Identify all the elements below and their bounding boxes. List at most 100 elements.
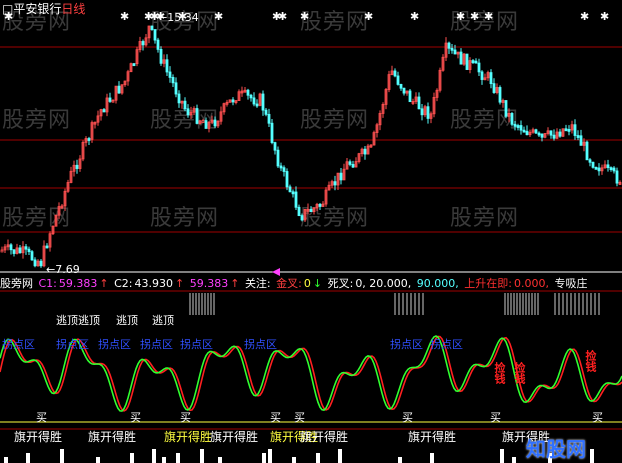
candle-body bbox=[285, 171, 289, 188]
candle-body bbox=[153, 29, 157, 41]
signal-bar bbox=[316, 453, 320, 463]
death-cross-label: 死叉: bbox=[327, 277, 354, 290]
candle-body bbox=[276, 149, 280, 167]
candle-body bbox=[519, 125, 523, 131]
candle-body bbox=[594, 166, 598, 170]
escape-top-label: 逃顶 bbox=[152, 314, 174, 327]
signal-star-icon: ✱ bbox=[300, 10, 309, 23]
candle-body bbox=[150, 25, 154, 30]
candle-body bbox=[540, 133, 544, 138]
candle-body bbox=[408, 90, 412, 103]
buy-label: 买 bbox=[592, 411, 603, 424]
candle-body bbox=[393, 70, 397, 77]
escape-top-label: 逃顶 bbox=[56, 314, 78, 327]
rise-start-value: 0.000, bbox=[514, 277, 550, 290]
c1-value: 59.383 bbox=[58, 277, 98, 290]
signal-bar bbox=[292, 457, 296, 463]
candle-body bbox=[141, 41, 145, 46]
candle-body bbox=[249, 94, 253, 99]
candle-body bbox=[186, 108, 190, 116]
candle-body bbox=[318, 203, 322, 207]
period-label: 日线 bbox=[61, 2, 86, 16]
flag-win-label: 旗开得胜 bbox=[408, 430, 457, 444]
candle-body bbox=[480, 71, 484, 80]
reversal-zone-label: 拐点区 bbox=[390, 338, 423, 351]
reversal-zone-label: 拐点区 bbox=[56, 338, 89, 351]
candle-body bbox=[351, 164, 355, 168]
candle-body bbox=[279, 165, 283, 169]
candle-body bbox=[288, 186, 292, 193]
signal-bar bbox=[162, 457, 166, 463]
candle-body bbox=[195, 108, 199, 124]
escape-top-label: 逃顶 bbox=[116, 314, 138, 327]
high-price-label: ←15.34 bbox=[158, 11, 199, 24]
candle-body bbox=[339, 172, 343, 181]
candle-body bbox=[204, 120, 208, 129]
focus-label: 关注: bbox=[244, 277, 271, 290]
candle-body bbox=[573, 124, 577, 136]
candle-body bbox=[273, 142, 277, 151]
candle-body bbox=[132, 63, 136, 67]
hold-stock-label: 捡钱 bbox=[493, 362, 506, 384]
candle-body bbox=[159, 48, 163, 64]
candle-body bbox=[489, 72, 493, 85]
signal-bar bbox=[176, 453, 180, 463]
candle-body bbox=[474, 60, 478, 64]
low-price-label: ←7.69 bbox=[46, 263, 80, 276]
candle-body bbox=[297, 206, 301, 216]
candle-body bbox=[270, 122, 274, 143]
escape-top-label: 逃顶 bbox=[78, 314, 100, 327]
site-logo: 知股网 bbox=[526, 437, 586, 461]
candle-body bbox=[9, 244, 13, 251]
candle-body bbox=[612, 167, 616, 172]
candle-body bbox=[261, 93, 265, 111]
candle-body bbox=[282, 167, 286, 172]
candle-body bbox=[417, 96, 421, 110]
chart-canvas: ✱ ✱ ✱✱✱ ✱ ✱ ✱✱ ✱ ✱ ✱ ✱ ✱ ✱ ✱ ✱ bbox=[0, 10, 622, 463]
c1-label: C1: bbox=[38, 277, 57, 290]
candle-body bbox=[27, 248, 31, 253]
candle-body bbox=[516, 125, 520, 128]
signal-bar bbox=[200, 449, 204, 463]
signal-bar bbox=[218, 457, 222, 463]
candle-body bbox=[300, 215, 304, 221]
candle-body bbox=[333, 181, 337, 186]
candle-body bbox=[39, 260, 43, 267]
flag-win-label: 旗开得胜 bbox=[88, 430, 137, 444]
candle-body bbox=[615, 170, 619, 184]
candle-body bbox=[471, 60, 475, 63]
golden-cross-label: 金叉: bbox=[276, 277, 302, 290]
signal-bar bbox=[430, 453, 434, 463]
signal-bar bbox=[130, 453, 134, 463]
candle-body bbox=[45, 245, 49, 249]
candle-body bbox=[117, 85, 121, 94]
c3-value: 59.383 bbox=[189, 277, 229, 290]
candle-body bbox=[294, 191, 298, 208]
candle-body bbox=[504, 100, 508, 117]
candle-body bbox=[606, 164, 610, 169]
indicator-source: 股旁网 bbox=[0, 277, 33, 290]
signal-bar bbox=[512, 457, 516, 463]
chart-window: { "header": { "stock_name": "平安银行", "per… bbox=[0, 0, 622, 463]
signal-star-icon: ✱ bbox=[470, 10, 479, 23]
candle-body bbox=[564, 128, 568, 132]
signal-bar bbox=[26, 453, 30, 463]
candle-body bbox=[108, 97, 112, 102]
buy-label: 买 bbox=[270, 411, 281, 424]
c2-label: C2: bbox=[114, 277, 133, 290]
candle-body bbox=[156, 39, 160, 50]
candle-body bbox=[399, 84, 403, 89]
candle-body bbox=[363, 148, 367, 155]
flag-win-label: 旗开得胜 bbox=[210, 430, 259, 444]
signal-bar bbox=[398, 457, 402, 463]
line-90-value: 90.000, bbox=[416, 277, 459, 290]
candle-body bbox=[267, 113, 271, 124]
flag-win-label: 旗开得胜 bbox=[300, 430, 349, 444]
golden-cross-value: 0 bbox=[303, 277, 311, 290]
candle-body bbox=[552, 134, 556, 139]
signal-star-icon: ✱ bbox=[484, 10, 493, 23]
candle-body bbox=[402, 87, 406, 94]
candle-body bbox=[348, 161, 352, 165]
signal-star-icon: ✱ bbox=[120, 10, 129, 23]
candle-body bbox=[498, 87, 502, 103]
